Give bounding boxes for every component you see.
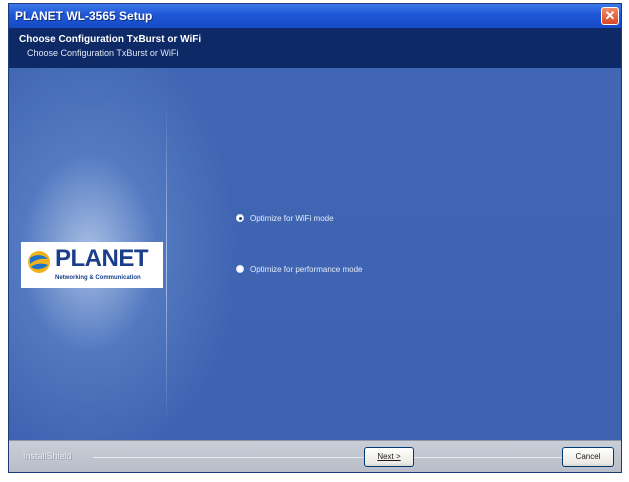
header-title: Choose Configuration TxBurst or WiFi [19, 34, 202, 45]
globe-icon [28, 251, 50, 273]
cancel-button[interactable]: Cancel [562, 447, 614, 467]
wizard-content: PLANET Networking & Communication Optimi… [9, 68, 621, 440]
setup-window: PLANET WL-3565 Setup ✕ Choose Configurat… [8, 3, 622, 473]
wizard-header: Choose Configuration TxBurst or WiFi Cho… [9, 28, 621, 68]
option-wifi-mode[interactable]: Optimize for WiFi mode [236, 211, 334, 225]
logo-tagline: Networking & Communication [55, 275, 141, 281]
header-subtitle: Choose Configuration TxBurst or WiFi [27, 48, 179, 58]
cancel-button-label: Cancel [575, 452, 601, 461]
radio-button-checked[interactable] [236, 214, 244, 222]
option-performance-mode[interactable]: Optimize for performance mode [236, 262, 363, 276]
vertical-divider [166, 98, 167, 428]
installshield-label: InstallShield [23, 451, 72, 461]
logo-wordmark: PLANET [55, 245, 149, 272]
next-button[interactable]: Next > [364, 447, 414, 467]
window-title: PLANET WL-3565 Setup [15, 9, 153, 23]
option-label: Optimize for WiFi mode [250, 213, 334, 223]
next-button-label: Next > [377, 452, 401, 461]
close-icon: ✕ [604, 8, 616, 23]
radio-button[interactable] [236, 265, 244, 273]
title-bar[interactable]: PLANET WL-3565 Setup ✕ [9, 4, 621, 28]
close-button[interactable]: ✕ [601, 7, 619, 25]
wizard-footer: InstallShield Next > Cancel [9, 440, 621, 472]
footer-divider [93, 457, 613, 458]
planet-logo: PLANET Networking & Communication [21, 242, 163, 288]
option-label: Optimize for performance mode [250, 264, 363, 274]
